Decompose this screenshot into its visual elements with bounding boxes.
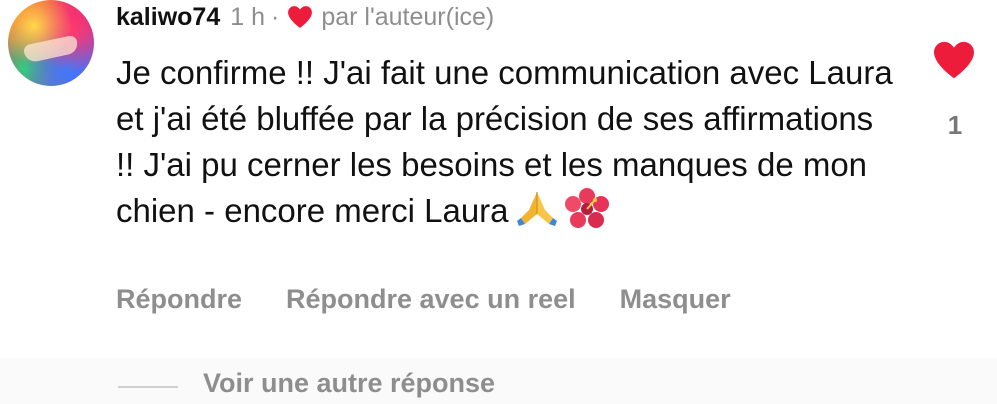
- folded-hands-emoji-icon: [516, 192, 557, 226]
- timestamp: 1 h: [230, 3, 265, 31]
- comment-actions: Répondre Répondre avec un reel Masquer: [116, 284, 731, 315]
- avatar-hand-graphic: [22, 34, 80, 64]
- hide-button[interactable]: Masquer: [620, 284, 731, 315]
- like-heart-icon[interactable]: [931, 40, 977, 80]
- replies-divider-line: [118, 386, 178, 388]
- reply-with-reel-button[interactable]: Répondre avec un reel: [286, 284, 576, 315]
- comment-text: Je confirme !! J'ai fait une communicati…: [116, 50, 896, 234]
- liked-by-author-label: par l'auteur(ice): [321, 3, 495, 31]
- view-more-replies-button[interactable]: Voir une autre réponse: [203, 368, 495, 399]
- separator-dot: ·: [271, 3, 280, 31]
- liked-by-author-heart-icon: [288, 6, 313, 28]
- comment-header: kaliwo74 1 h · par l'auteur(ice): [116, 2, 494, 32]
- comment-text-content: Je confirme !! J'ai fait une communicati…: [116, 54, 893, 229]
- username[interactable]: kaliwo74: [116, 2, 220, 32]
- avatar[interactable]: [8, 0, 94, 86]
- hibiscus-emoji-icon: [564, 188, 609, 228]
- reply-button[interactable]: Répondre: [116, 284, 242, 315]
- more-replies-row[interactable]: Voir une autre réponse: [0, 358, 997, 404]
- comment-item: kaliwo74 1 h · par l'auteur(ice) Je conf…: [0, 0, 997, 404]
- like-count: 1: [947, 110, 963, 140]
